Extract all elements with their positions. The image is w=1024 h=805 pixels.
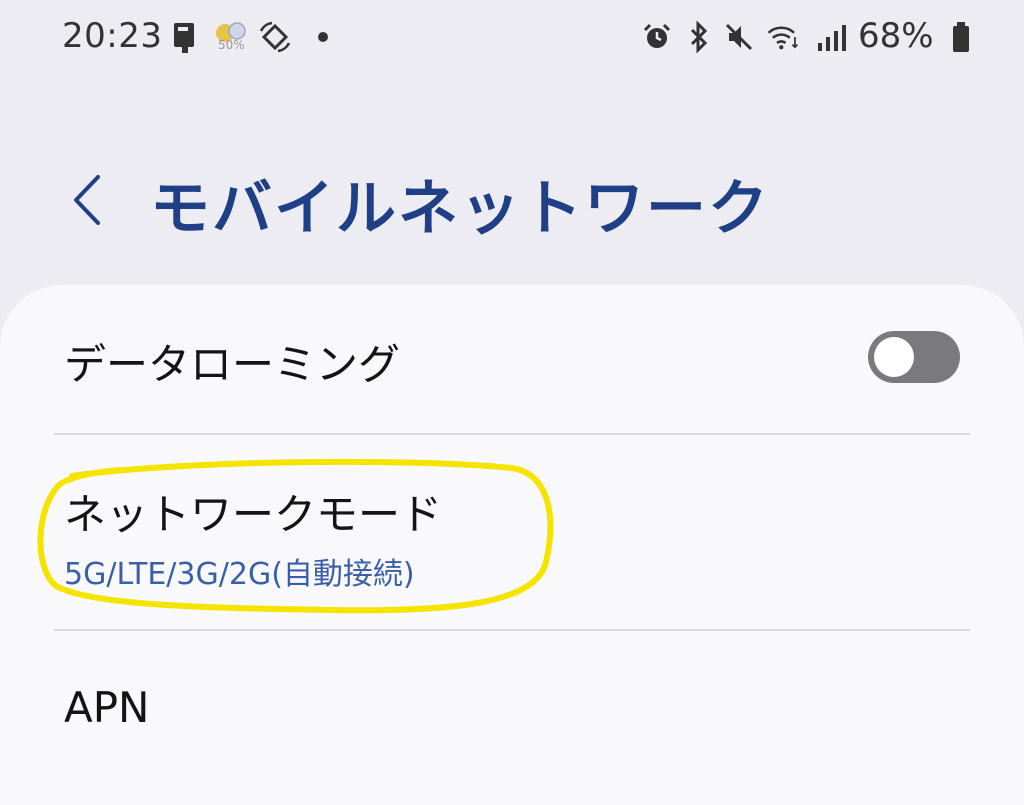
wifi-icon <box>766 20 800 54</box>
data-roaming-row[interactable]: データローミング <box>0 285 1024 433</box>
network-mode-label: ネットワークモード <box>64 490 443 539</box>
alarm-icon <box>640 20 674 54</box>
battery-percent: 68% <box>858 16 934 56</box>
data-roaming-label: データローミング <box>64 340 401 389</box>
status-bar: 20:23 50% 68% <box>0 0 1024 80</box>
network-mode-row[interactable]: ネットワークモード 5G/LTE/3G/2G(自動接続) <box>0 435 1024 629</box>
settings-card: データローミング ネットワークモード 5G/LTE/3G/2G(自動接続) AP… <box>0 285 1024 805</box>
apn-label: APN <box>64 683 150 732</box>
toggle-knob <box>874 337 914 377</box>
network-mode-value: 5G/LTE/3G/2G(自動接続) <box>64 557 415 592</box>
battery-icon <box>944 20 978 54</box>
data-roaming-toggle[interactable] <box>868 331 960 383</box>
chevron-left-icon <box>74 175 100 225</box>
back-button[interactable] <box>62 168 110 232</box>
apn-row[interactable]: APN <box>0 631 1024 771</box>
weather-temp: 50% <box>218 38 245 52</box>
signal-icon <box>814 20 848 54</box>
mute-icon <box>722 20 756 54</box>
rotation-icon <box>258 20 292 54</box>
status-time: 20:23 <box>62 16 163 56</box>
dot-icon <box>306 20 340 54</box>
page-title: モバイルネットワーク <box>150 174 770 244</box>
bluetooth-icon <box>682 20 716 54</box>
notification-icon <box>168 20 202 54</box>
